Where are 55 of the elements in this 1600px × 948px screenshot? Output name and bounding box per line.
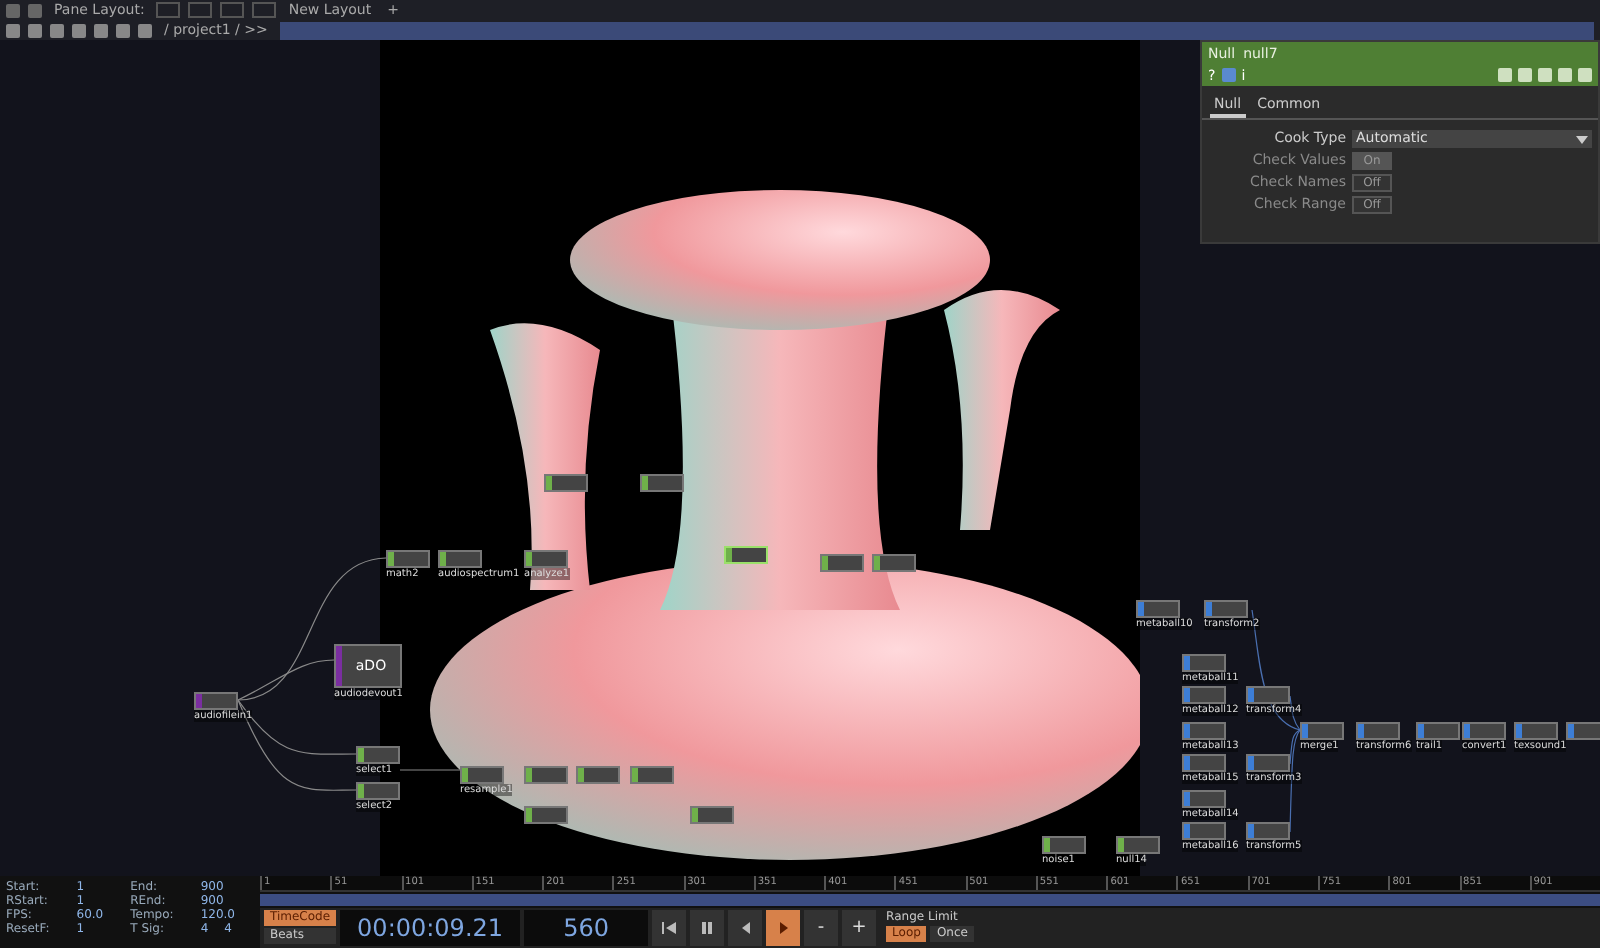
operator-node[interactable] — [640, 474, 684, 492]
operator-node[interactable] — [460, 766, 504, 784]
operator-node[interactable] — [1566, 722, 1600, 740]
node-wire — [399, 769, 461, 771]
play-button[interactable] — [766, 910, 801, 946]
operator-node[interactable] — [1204, 600, 1248, 618]
operator-node[interactable] — [544, 474, 588, 492]
operator-node[interactable] — [524, 766, 568, 784]
operator-node[interactable] — [690, 806, 734, 824]
operator-node[interactable] — [1182, 654, 1226, 672]
operator-node[interactable] — [1182, 754, 1226, 772]
pause-icon — [702, 922, 713, 934]
play-icon — [779, 922, 788, 934]
layout-button[interactable] — [188, 2, 213, 18]
operator-node[interactable] — [438, 550, 482, 568]
operator-node[interactable] — [630, 766, 674, 784]
operator-node[interactable] — [1416, 722, 1460, 740]
operator-node[interactable] — [1042, 836, 1086, 854]
step-button[interactable]: - — [804, 910, 839, 946]
operator-node[interactable] — [356, 746, 400, 764]
path-field[interactable] — [279, 21, 1594, 39]
step-back-icon — [741, 922, 750, 934]
step-back-button[interactable] — [728, 910, 763, 946]
operator-node[interactable] — [1300, 722, 1344, 740]
operator-node[interactable] — [386, 550, 430, 568]
operator-node[interactable] — [194, 692, 238, 710]
operator-node[interactable] — [872, 554, 916, 572]
step-button[interactable]: + — [842, 910, 877, 946]
frame-display: 560 — [524, 910, 649, 946]
operator-node[interactable] — [1182, 790, 1226, 808]
skip-start-icon — [662, 922, 677, 934]
layout-button[interactable] — [156, 2, 181, 18]
operator-node[interactable] — [524, 550, 568, 568]
operator-node[interactable] — [1514, 722, 1558, 740]
operator-node[interactable] — [1462, 722, 1506, 740]
layout-button[interactable] — [252, 2, 277, 18]
timecode-display: 00:00:09.21 — [340, 910, 521, 946]
operator-node[interactable] — [1246, 686, 1290, 704]
operator-node[interactable] — [1246, 822, 1290, 840]
operator-node[interactable] — [1136, 600, 1180, 618]
layout-button[interactable] — [220, 2, 245, 18]
operator-node[interactable] — [576, 766, 620, 784]
operator-node[interactable] — [1356, 722, 1400, 740]
caret-icon — [1576, 135, 1588, 143]
operator-node[interactable] — [1116, 836, 1160, 854]
pane-icon[interactable] — [6, 3, 20, 17]
operator-node[interactable] — [524, 806, 568, 824]
operator-node[interactable] — [1246, 754, 1290, 772]
operator-node[interactable] — [356, 782, 400, 800]
operator-node[interactable] — [820, 554, 864, 572]
operator-node[interactable] — [1182, 822, 1226, 840]
pause-button[interactable] — [690, 910, 725, 946]
operator-node[interactable] — [1182, 722, 1226, 740]
skip-start-button[interactable] — [652, 910, 687, 946]
operator-node[interactable] — [1182, 686, 1226, 704]
